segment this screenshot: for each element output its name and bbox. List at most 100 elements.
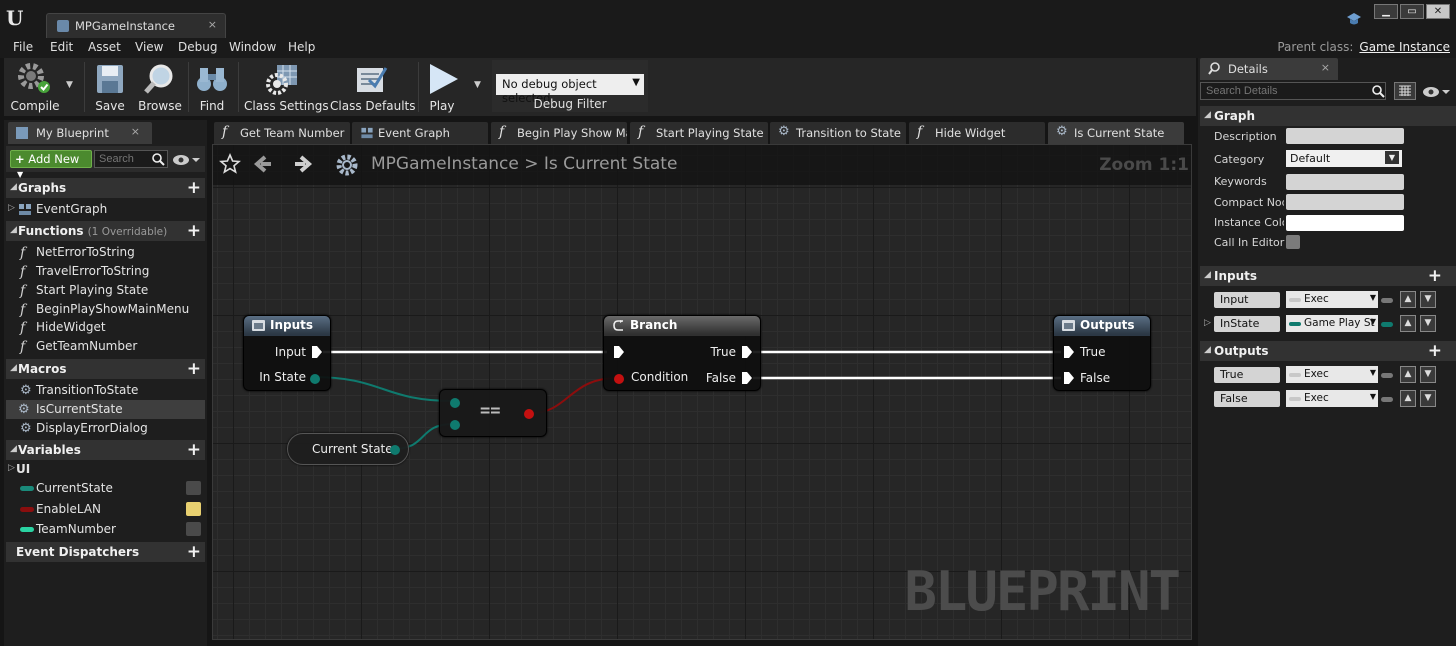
move-pin-up-button[interactable]: ▲ xyxy=(1400,291,1416,308)
move-pin-up-button[interactable]: ▲ xyxy=(1400,366,1416,383)
exec-true-in-pin-icon[interactable] xyxy=(1064,346,1074,358)
eye-closed-icon[interactable] xyxy=(186,481,201,495)
function-item[interactable]: f TravelErrorToString xyxy=(6,262,205,281)
exec-pin-icon[interactable] xyxy=(312,346,322,358)
class-defaults-button[interactable]: Class Defaults xyxy=(330,60,415,114)
parent-class-link[interactable]: Game Instance xyxy=(1359,40,1450,54)
menu-file[interactable]: File xyxy=(13,40,33,54)
graph-details-section-header[interactable]: ◢ Graph xyxy=(1200,106,1456,126)
tab-get-team-number[interactable]: f Get Team Number xyxy=(214,122,350,144)
equal-node[interactable]: == xyxy=(439,389,547,437)
add-new-button[interactable]: + Add New ▼ xyxy=(10,150,92,179)
graphs-section-header[interactable]: ◢ Graphs + xyxy=(6,178,205,198)
function-item[interactable]: f BeginPlayShowMainMenu xyxy=(6,300,205,319)
outputs-details-section-header[interactable]: ◢ Outputs + xyxy=(1200,341,1456,361)
instance-color-field[interactable] xyxy=(1286,215,1404,231)
add-event-dispatcher-plus-icon[interactable]: + xyxy=(187,542,201,562)
enum-pin-b-icon[interactable] xyxy=(450,420,460,430)
tab-hide-widget[interactable]: f Hide Widget xyxy=(909,122,1045,144)
menu-debug[interactable]: Debug xyxy=(178,40,217,54)
minimize-button[interactable]: ▁ xyxy=(1374,4,1398,19)
exec-false-in-pin-icon[interactable] xyxy=(1064,372,1074,384)
move-pin-up-button[interactable]: ▲ xyxy=(1400,315,1416,332)
move-pin-down-button[interactable]: ▼ xyxy=(1420,366,1436,383)
branch-node[interactable]: Branch Condition True False xyxy=(603,315,761,391)
pin-array-toggle[interactable] xyxy=(1381,373,1393,378)
keywords-field[interactable] xyxy=(1286,174,1404,190)
pin-array-toggle[interactable] xyxy=(1381,322,1393,327)
add-graph-plus-icon[interactable]: + xyxy=(187,178,201,198)
true-pin-type-select[interactable]: Exec ▼ xyxy=(1286,366,1378,383)
eye-open-icon[interactable] xyxy=(186,502,201,516)
macro-item-selected[interactable]: ⚙ IsCurrentState xyxy=(6,400,205,419)
functions-section-header[interactable]: ◢ Functions (1 Overridable) + xyxy=(6,221,205,241)
debug-object-select[interactable]: No debug object selected ▼ xyxy=(496,74,644,105)
pin-array-toggle[interactable] xyxy=(1381,397,1393,402)
view-options-eye-icon[interactable] xyxy=(1422,86,1450,98)
close-icon[interactable]: × xyxy=(208,18,217,31)
find-button[interactable]: Find xyxy=(192,60,232,114)
tab-begin-play-show-main-menu[interactable]: f Begin Play Show Main Menu xyxy=(491,122,627,144)
enum-pin-a-icon[interactable] xyxy=(450,398,460,408)
exec-false-pin-icon[interactable] xyxy=(742,372,752,384)
variable-category-ui[interactable]: ▷ UI xyxy=(6,460,205,479)
false-pin-name-field[interactable]: False xyxy=(1214,391,1280,407)
event-dispatchers-section-header[interactable]: Event Dispatchers + xyxy=(6,542,205,562)
graph-item-eventgraph[interactable]: ▷ EventGraph xyxy=(6,200,205,219)
add-variable-plus-icon[interactable]: + xyxy=(187,440,201,460)
tab-start-playing-state[interactable]: f Start Playing State xyxy=(630,122,768,144)
my-blueprint-tab[interactable]: My Blueprint × xyxy=(8,122,152,144)
call-in-editor-checkbox[interactable] xyxy=(1286,235,1300,249)
enum-pin-icon[interactable] xyxy=(310,374,320,384)
move-pin-down-button[interactable]: ▼ xyxy=(1420,291,1436,308)
compile-options-arrow-icon[interactable]: ▼ xyxy=(66,80,73,90)
add-function-plus-icon[interactable]: + xyxy=(187,221,201,241)
collapse-arrow-icon[interactable]: ▷ xyxy=(1204,318,1211,328)
description-field[interactable] xyxy=(1286,128,1404,144)
exec-true-pin-icon[interactable] xyxy=(742,346,752,358)
move-pin-down-button[interactable]: ▼ xyxy=(1420,390,1436,407)
inputs-details-section-header[interactable]: ◢ Inputs + xyxy=(1200,266,1456,286)
function-item[interactable]: f NetErrorToString xyxy=(6,243,205,262)
close-window-button[interactable]: ✕ xyxy=(1426,4,1450,19)
category-select[interactable]: Default ▼ xyxy=(1286,150,1402,167)
variable-item[interactable]: EnableLAN xyxy=(6,500,205,519)
forward-arrow-icon[interactable] xyxy=(293,154,313,174)
add-output-plus-icon[interactable]: + xyxy=(1428,341,1442,361)
variables-section-header[interactable]: ◢ Variables + xyxy=(6,440,205,460)
close-icon[interactable]: × xyxy=(1321,61,1330,74)
input-pin-name-field[interactable]: Input xyxy=(1214,292,1280,308)
macro-item[interactable]: ⚙ DisplayErrorDialog xyxy=(6,419,205,438)
input-pin-type-select[interactable]: Exec ▼ xyxy=(1286,291,1378,308)
graph-canvas[interactable]: Inputs Input In State == Current State B… xyxy=(212,144,1192,640)
outputs-node[interactable]: Outputs True False xyxy=(1053,315,1151,391)
move-pin-down-button[interactable]: ▼ xyxy=(1420,315,1436,332)
variable-item[interactable]: TeamNumber xyxy=(6,520,205,539)
true-pin-name-field[interactable]: True xyxy=(1214,367,1280,383)
current-state-getter-node[interactable]: Current State xyxy=(287,433,409,465)
function-item[interactable]: f Start Playing State xyxy=(6,281,205,300)
menu-help[interactable]: Help xyxy=(288,40,315,54)
tab-is-current-state[interactable]: ⚙ Is Current State xyxy=(1048,122,1184,144)
document-tab[interactable]: MPGameInstance × xyxy=(46,13,226,38)
property-matrix-button[interactable] xyxy=(1394,82,1416,100)
macros-section-header[interactable]: ◢ Macros + xyxy=(6,359,205,379)
menu-asset[interactable]: Asset xyxy=(88,40,121,54)
menu-window[interactable]: Window xyxy=(229,40,276,54)
tab-event-graph[interactable]: Event Graph xyxy=(352,122,488,144)
tab-transition-to-state[interactable]: ⚙ Transition to State xyxy=(770,122,906,144)
close-icon[interactable]: × xyxy=(131,125,140,138)
add-macro-plus-icon[interactable]: + xyxy=(187,359,201,379)
inputs-node[interactable]: Inputs Input In State xyxy=(243,315,331,391)
details-search-input[interactable] xyxy=(1200,82,1386,100)
function-item[interactable]: f GetTeamNumber xyxy=(6,337,205,356)
play-options-arrow-icon[interactable]: ▼ xyxy=(474,80,481,90)
star-icon[interactable] xyxy=(219,153,241,175)
condition-pin-icon[interactable] xyxy=(614,374,624,384)
menu-view[interactable]: View xyxy=(135,40,163,54)
eye-closed-icon[interactable] xyxy=(186,522,201,536)
browse-button[interactable]: Browse xyxy=(136,60,184,114)
instate-pin-name-field[interactable]: InState xyxy=(1214,316,1280,332)
add-input-plus-icon[interactable]: + xyxy=(1428,266,1442,286)
back-arrow-icon[interactable] xyxy=(253,154,273,174)
